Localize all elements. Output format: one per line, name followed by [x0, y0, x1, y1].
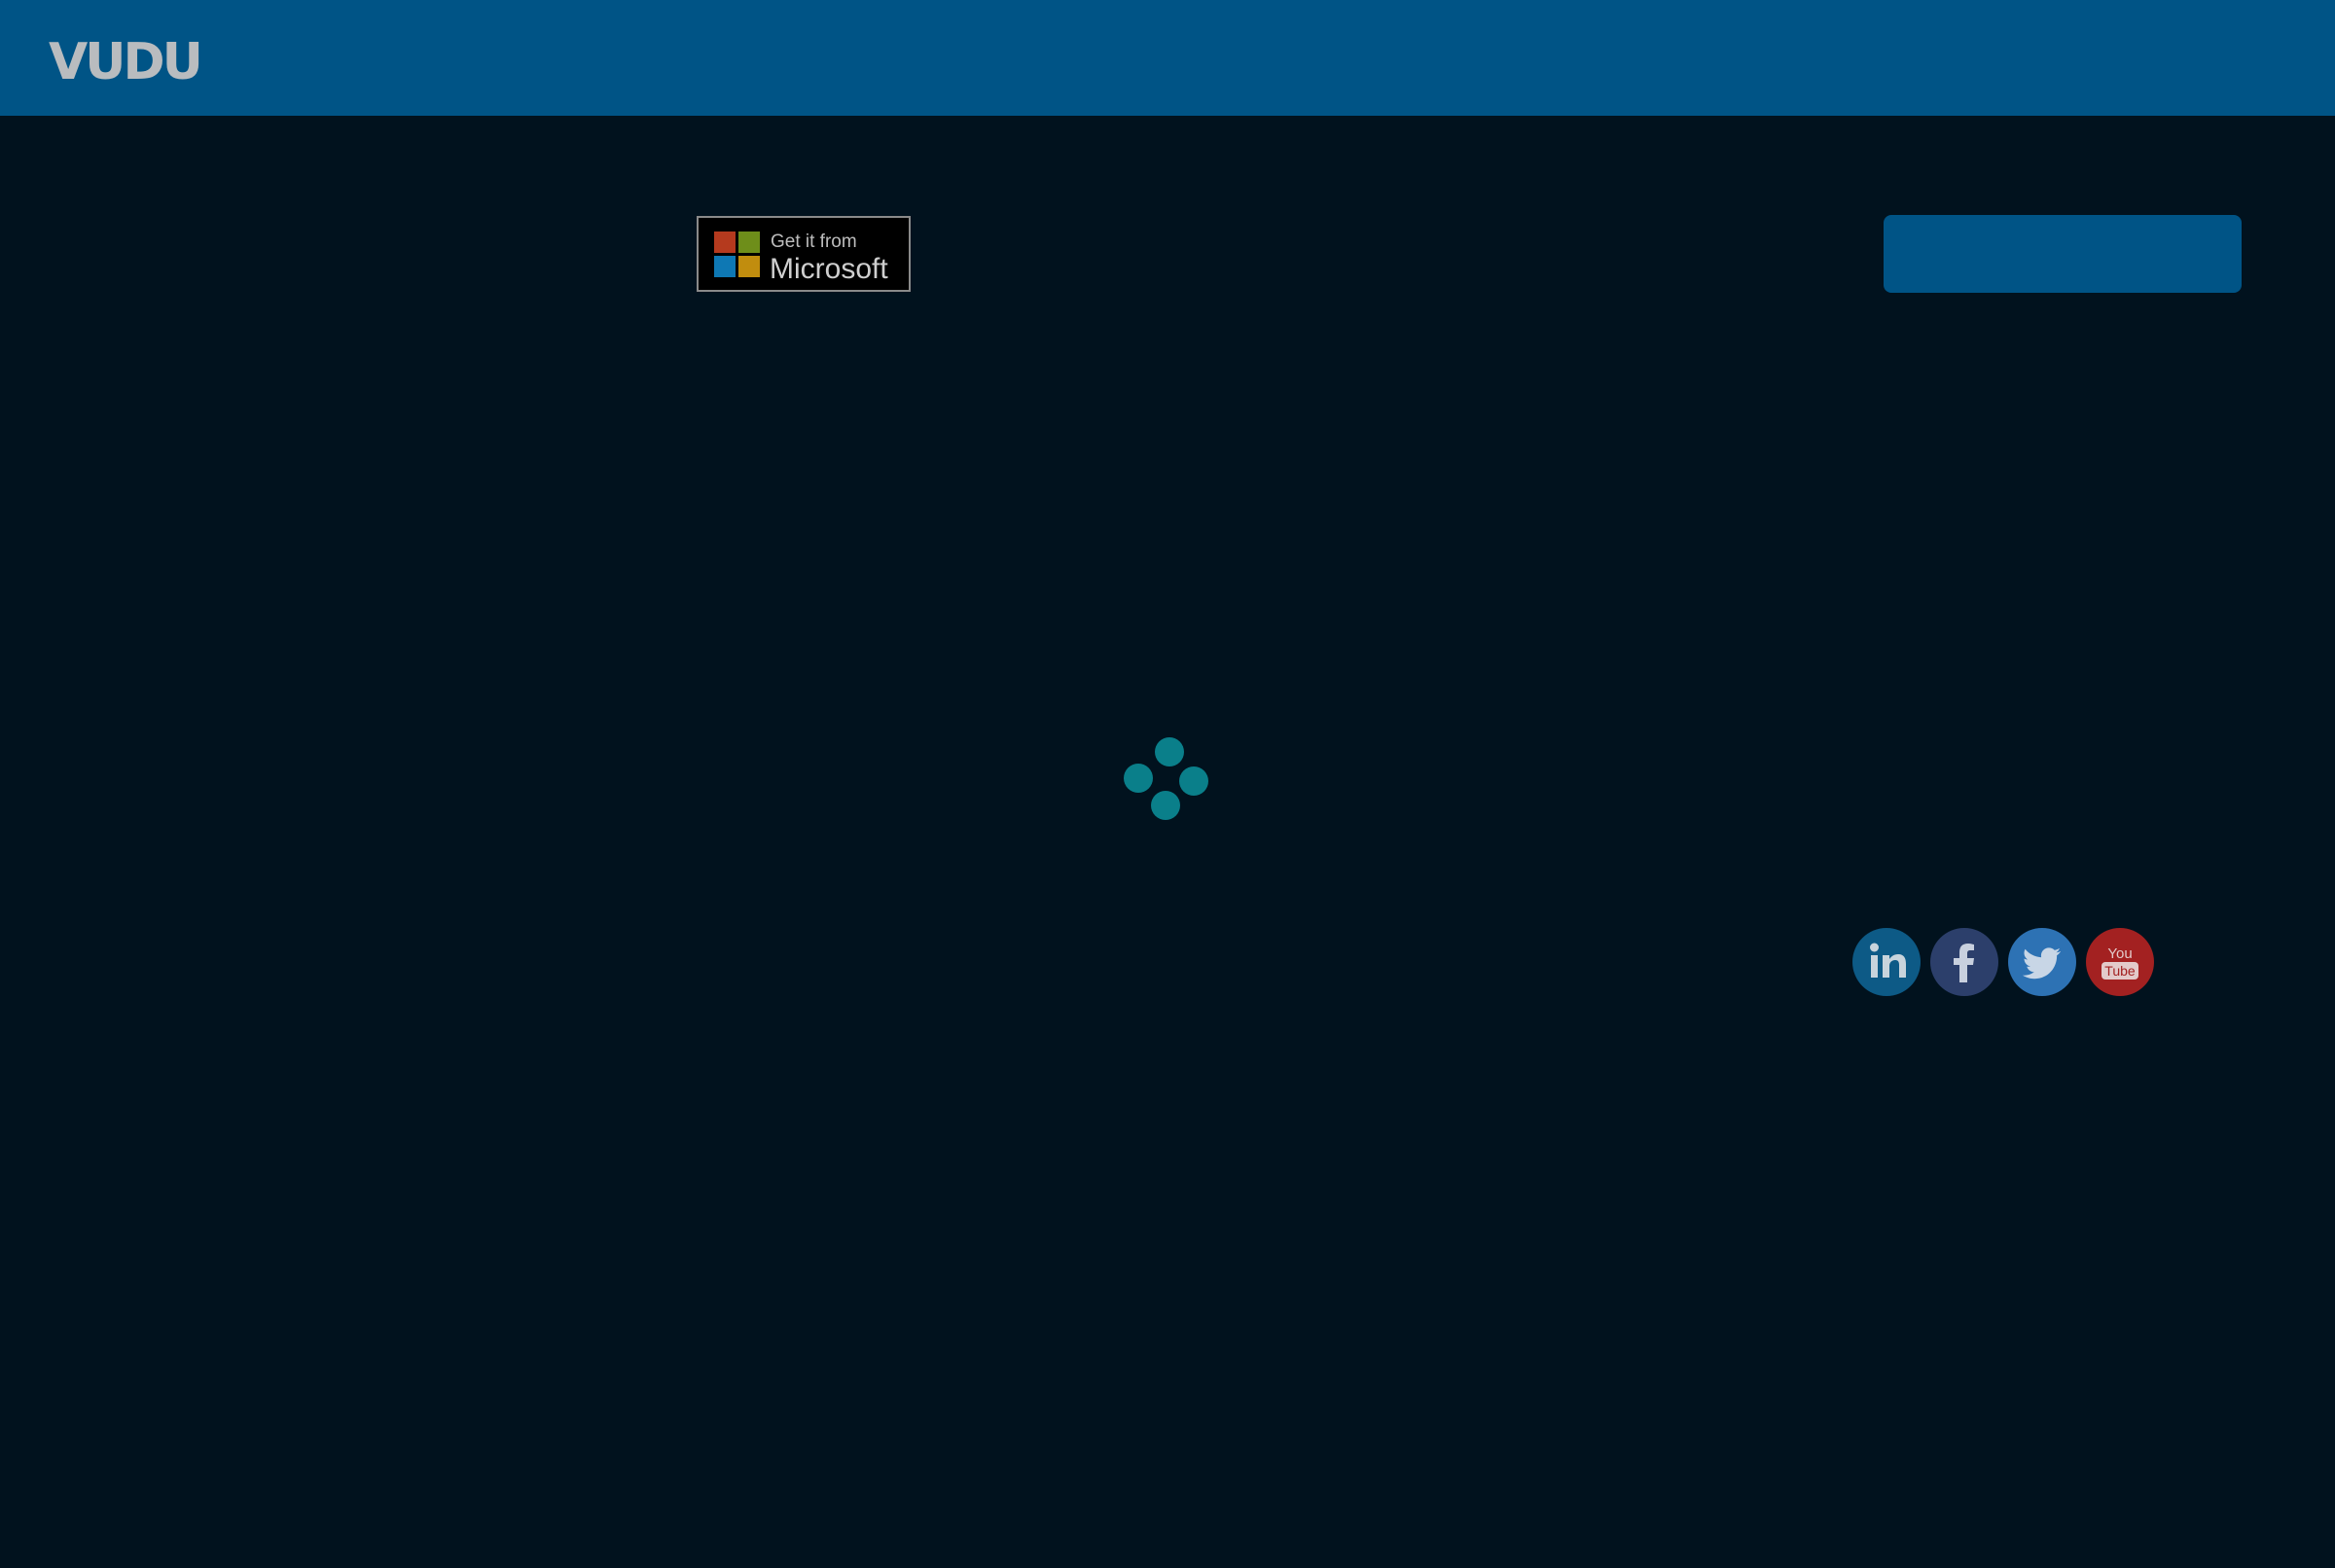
loading-spinner-icon: [1119, 734, 1216, 832]
twitter-icon[interactable]: [2008, 928, 2076, 996]
badge-line2: Microsoft: [770, 253, 888, 285]
facebook-icon[interactable]: [1930, 928, 1998, 996]
spinner-dot: [1124, 764, 1153, 793]
badge-line1: Get it from: [771, 232, 857, 252]
spinner-dot: [1155, 737, 1184, 766]
page: VUDU Get it from Microsoft You Tube: [0, 0, 2335, 1568]
top-header: VUDU: [0, 0, 2335, 116]
spinner-dot: [1151, 791, 1180, 820]
primary-action-button[interactable]: [1884, 215, 2242, 293]
spinner-dot: [1179, 766, 1208, 796]
linkedin-icon[interactable]: [1852, 928, 1921, 996]
youtube-icon[interactable]: You Tube: [2086, 928, 2154, 996]
youtube-label-bottom: Tube: [2104, 963, 2136, 979]
microsoft-logo-icon: [714, 232, 760, 277]
get-it-from-microsoft-badge[interactable]: Get it from Microsoft: [697, 216, 911, 292]
youtube-label-top: You: [2107, 945, 2132, 962]
vudu-logo[interactable]: VUDU: [49, 33, 203, 91]
